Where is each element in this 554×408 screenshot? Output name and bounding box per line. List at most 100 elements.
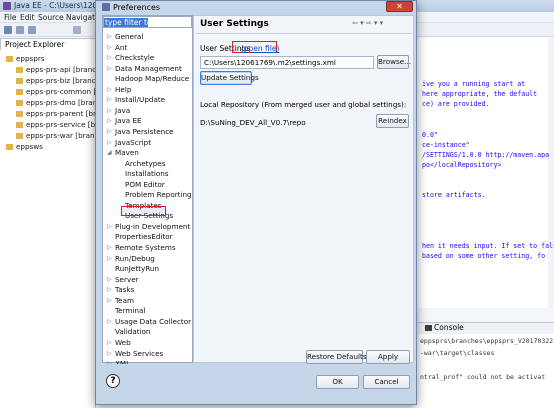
tree-item[interactable]: Installations: [125, 169, 169, 178]
restore-defaults-button[interactable]: Restore Defaults: [306, 350, 367, 364]
eclipse-app-icon: [3, 2, 11, 10]
editor-line: here appropriate, the default: [422, 90, 538, 99]
tree-item[interactable]: Java EE: [115, 116, 142, 125]
save-all-icon[interactable]: [28, 26, 36, 34]
browse-button[interactable]: Browse...: [377, 55, 411, 69]
project-explorer-tab[interactable]: Project Explorer: [0, 38, 96, 50]
tree-item[interactable]: Problem Reporting: [125, 190, 192, 199]
tree-item[interactable]: Terminal: [115, 306, 145, 315]
page-navigation-icons[interactable]: ⇦ ▾ ⇨ ▾ ▾: [352, 19, 383, 27]
reindex-button[interactable]: Reindex: [376, 114, 409, 128]
collapsed-twisty-icon[interactable]: ▷: [107, 86, 112, 93]
tree-item[interactable]: PropertiesEditor: [115, 232, 173, 241]
collapsed-twisty-icon[interactable]: ▷: [107, 117, 112, 124]
console-tab[interactable]: Console: [425, 323, 464, 332]
update-settings-button[interactable]: Update Settings: [200, 71, 259, 85]
collapsed-twisty-icon[interactable]: ▷: [107, 223, 112, 230]
editor-line: based on some other setting, fo: [422, 251, 546, 260]
menu-source[interactable]: Source: [38, 13, 64, 22]
project-item[interactable]: epps-prs-dmo [branc: [16, 98, 101, 107]
tree-item[interactable]: Java Persistence: [115, 127, 174, 136]
local-repository-path: D:\SuNing_DEV_All_V0.7\repo: [200, 118, 306, 127]
open-file-link[interactable]: (open file): [241, 44, 279, 53]
close-button[interactable]: ✕: [386, 1, 413, 12]
project-item[interactable]: epps-prs-common [: [16, 87, 96, 96]
project-item[interactable]: epps-prs-parent [bra: [16, 109, 100, 118]
tree-item[interactable]: General: [115, 32, 143, 41]
tree-item[interactable]: Plug-in Development: [115, 222, 190, 231]
collapsed-twisty-icon[interactable]: ▷: [107, 107, 112, 114]
project-item[interactable]: epps-prs-war [branc: [16, 131, 99, 140]
tree-item[interactable]: Data Management: [115, 64, 182, 73]
tree-item[interactable]: Team: [115, 296, 134, 305]
apply-button[interactable]: Apply: [366, 350, 410, 364]
tree-item[interactable]: Validation: [115, 327, 151, 336]
tree-item[interactable]: Tasks: [115, 285, 134, 294]
console-line: ntral_prof" could not be activat: [420, 373, 546, 381]
tree-item[interactable]: RunJettyRun: [115, 264, 159, 273]
collapsed-twisty-icon[interactable]: ▷: [107, 339, 112, 346]
project-folder-icon: [16, 133, 23, 139]
tree-item[interactable]: Web Services: [115, 349, 163, 358]
dialog-title: Preferences: [113, 3, 161, 12]
collapsed-twisty-icon[interactable]: ▷: [107, 65, 112, 72]
cancel-button[interactable]: Cancel: [363, 375, 410, 389]
console-icon: [425, 325, 432, 331]
project-folder-icon: [16, 78, 23, 84]
save-icon[interactable]: [16, 26, 24, 34]
project-item[interactable]: epps-prs-service [bra: [16, 120, 103, 129]
menu-file[interactable]: File: [4, 13, 17, 22]
menu-edit[interactable]: Edit: [20, 13, 35, 22]
console-line: -war\target\classes: [420, 349, 495, 357]
project-folder-icon: [16, 89, 23, 95]
selected-tree-item-highlight: [121, 206, 166, 216]
console-view: [412, 334, 554, 408]
tree-item[interactable]: POM Editor: [125, 180, 165, 189]
tree-item[interactable]: Server: [115, 275, 139, 284]
collapsed-twisty-icon[interactable]: ▷: [107, 139, 112, 146]
xml-editor[interactable]: [412, 38, 554, 308]
collapsed-twisty-icon[interactable]: ▷: [107, 255, 112, 262]
collapsed-twisty-icon[interactable]: ▷: [107, 54, 112, 61]
toolbar-settings-icon[interactable]: [73, 26, 81, 34]
project-item[interactable]: epps-prs-biz [branch: [16, 76, 100, 85]
collapsed-twisty-icon[interactable]: ▷: [107, 33, 112, 40]
tree-item[interactable]: Run/Debug: [115, 254, 155, 263]
expanded-twisty-icon[interactable]: ◢: [107, 149, 112, 156]
user-settings-path-field[interactable]: C:\Users\12061769\.m2\settings.xml: [200, 56, 374, 69]
tree-item[interactable]: Maven: [115, 148, 139, 157]
editor-line: hen it needs input. If set to fals: [422, 241, 554, 250]
project-item[interactable]: eppsprs: [6, 54, 45, 63]
tree-item[interactable]: Install/Update: [115, 95, 165, 104]
collapsed-twisty-icon[interactable]: ▷: [107, 244, 112, 251]
help-icon[interactable]: ?: [106, 374, 120, 388]
collapsed-twisty-icon[interactable]: ▷: [107, 44, 112, 51]
new-file-icon[interactable]: [4, 26, 12, 34]
project-folder-icon: [6, 56, 13, 62]
tree-item[interactable]: Java: [115, 106, 130, 115]
collapsed-twisty-icon[interactable]: ▷: [107, 297, 112, 304]
project-explorer-tab-label: Project Explorer: [5, 40, 65, 49]
collapsed-twisty-icon[interactable]: ▷: [107, 318, 112, 325]
collapsed-twisty-icon[interactable]: ▷: [107, 286, 112, 293]
tree-item[interactable]: Checkstyle: [115, 53, 154, 62]
collapsed-twisty-icon[interactable]: ▷: [107, 96, 112, 103]
tree-item[interactable]: Remote Systems: [115, 243, 176, 252]
collapsed-twisty-icon[interactable]: ▷: [107, 276, 112, 283]
project-item[interactable]: epps-prs-api [branch: [16, 65, 101, 74]
tree-item[interactable]: Usage Data Collector: [115, 317, 191, 326]
tree-item[interactable]: Hadoop Map/Reduce: [115, 74, 189, 83]
tree-item[interactable]: Archetypes: [125, 159, 165, 168]
project-explorer-view: eppsprs epps-prs-api [branch epps-prs-bi…: [0, 50, 103, 408]
tree-item[interactable]: JavaScript: [115, 138, 151, 147]
editor-line: 0.0": [422, 130, 438, 139]
tree-item[interactable]: Help: [115, 85, 131, 94]
ok-button[interactable]: OK: [316, 375, 359, 389]
editor-line: po</localRepository>: [422, 160, 502, 169]
collapsed-twisty-icon[interactable]: ▷: [107, 128, 112, 135]
project-item[interactable]: eppsws: [6, 142, 43, 151]
collapsed-twisty-icon[interactable]: ▷: [107, 350, 112, 357]
tree-item[interactable]: Ant: [115, 43, 127, 52]
tree-item[interactable]: Web: [115, 338, 131, 347]
console-tab-label: Console: [434, 323, 464, 332]
